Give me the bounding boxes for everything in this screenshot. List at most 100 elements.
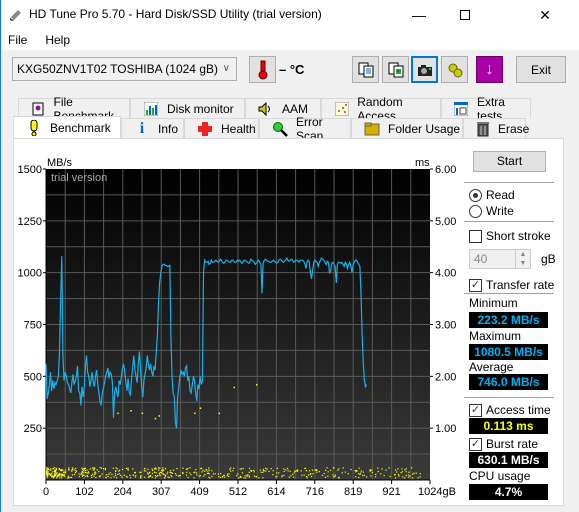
access-time-point [306,477,308,479]
spinner-arrows-icon[interactable]: ▲ ▼ [515,250,530,268]
short-stroke-label: Short stroke [486,229,551,243]
access-time-point [262,468,264,471]
start-button[interactable]: Start [473,151,546,172]
access-time-point [338,468,340,470]
access-time-point [223,474,225,476]
access-time-checkbox[interactable]: ✓ Access time [469,403,551,417]
access-time-point [233,386,235,389]
access-time-point [201,471,203,473]
access-time-point [312,473,314,475]
access-time-point [159,471,161,474]
access-time-point [167,476,169,478]
x-tick-label: 921 [382,486,400,498]
access-time-point [46,473,48,476]
access-time-point [81,472,83,475]
access-time-point [283,468,285,470]
access-time-point [356,470,358,472]
access-time-point [54,469,56,471]
access-time-point [250,469,252,472]
access-time-point [64,469,67,471]
read-radio[interactable]: Read [469,188,515,202]
access-time-point [268,470,270,472]
access-time-point [86,469,88,471]
access-time-point [383,475,385,477]
access-time-point [224,476,226,478]
access-time-point [93,467,95,469]
access-time-point [397,474,400,476]
access-time-point [198,475,200,477]
access-time-point [337,469,339,471]
access-time-point [409,475,411,477]
access-time-point [222,475,224,478]
access-time-point [93,475,95,477]
access-time-point [72,467,74,469]
access-time-point [419,472,421,475]
separator [464,293,554,294]
access-time-point [132,468,134,470]
access-time-point [358,473,360,475]
short-stroke-spinner[interactable]: 40 ▲ ▼ [469,249,531,269]
access-time-point [318,471,320,473]
access-time-point [67,477,69,479]
access-time-point [46,467,48,469]
access-time-point [200,467,203,469]
access-time-point [125,475,128,478]
access-time-point [401,471,403,473]
access-time-point [370,475,372,477]
access-time-point [159,467,161,469]
access-time-point [402,476,404,478]
x-tick-label: 512 [229,486,247,498]
access-time-point [102,467,104,470]
access-time-point [114,473,116,475]
access-time-point [140,475,142,477]
access-time-point [46,471,48,473]
access-time-point [169,471,171,474]
access-time-point [51,475,53,477]
access-time-point [116,477,118,479]
access-time-point [243,477,245,479]
access-time-point [170,472,173,474]
access-time-point [75,467,77,469]
access-time-point [333,476,335,478]
access-time-point [262,477,264,479]
access-time-point [61,477,63,479]
access-time-point [301,474,303,476]
access-time-point [218,412,220,415]
access-time-point [58,468,60,470]
access-time-point [60,474,62,476]
access-time-point [52,476,54,478]
access-time-point [141,412,144,415]
access-time-point [121,468,124,471]
start-button-label: Start [496,154,523,168]
access-time-point [112,467,114,469]
access-time-point [259,469,262,471]
access-time-point [245,477,247,479]
access-time-point [311,469,314,471]
access-time-point [363,474,366,476]
access-time-point [287,467,289,470]
access-time-point [354,470,356,472]
access-time-point [154,477,156,479]
access-time-point [291,473,294,475]
access-time-point [100,467,103,469]
access-time-point [248,471,250,473]
access-time-point [53,467,56,469]
write-radio[interactable]: Write [469,204,514,218]
access-time-point [153,471,156,473]
checkbox-unchecked-icon [469,229,482,243]
access-time-point [52,471,54,473]
access-time-point [408,474,410,476]
access-time-point [310,473,312,475]
access-time-point [69,476,71,479]
access-time-point [117,473,119,475]
access-time-point [272,470,274,472]
burst-rate-checkbox[interactable]: ✓ Burst rate [469,437,538,451]
access-time-point [241,472,243,474]
access-time-point [211,470,213,472]
access-time-point [193,477,195,479]
access-time-point [314,469,316,471]
access-time-point [50,469,52,471]
access-time-point [270,467,272,470]
transfer-rate-checkbox[interactable]: ✓ Transfer rate [469,278,554,292]
short-stroke-checkbox[interactable]: Short stroke [469,229,551,243]
